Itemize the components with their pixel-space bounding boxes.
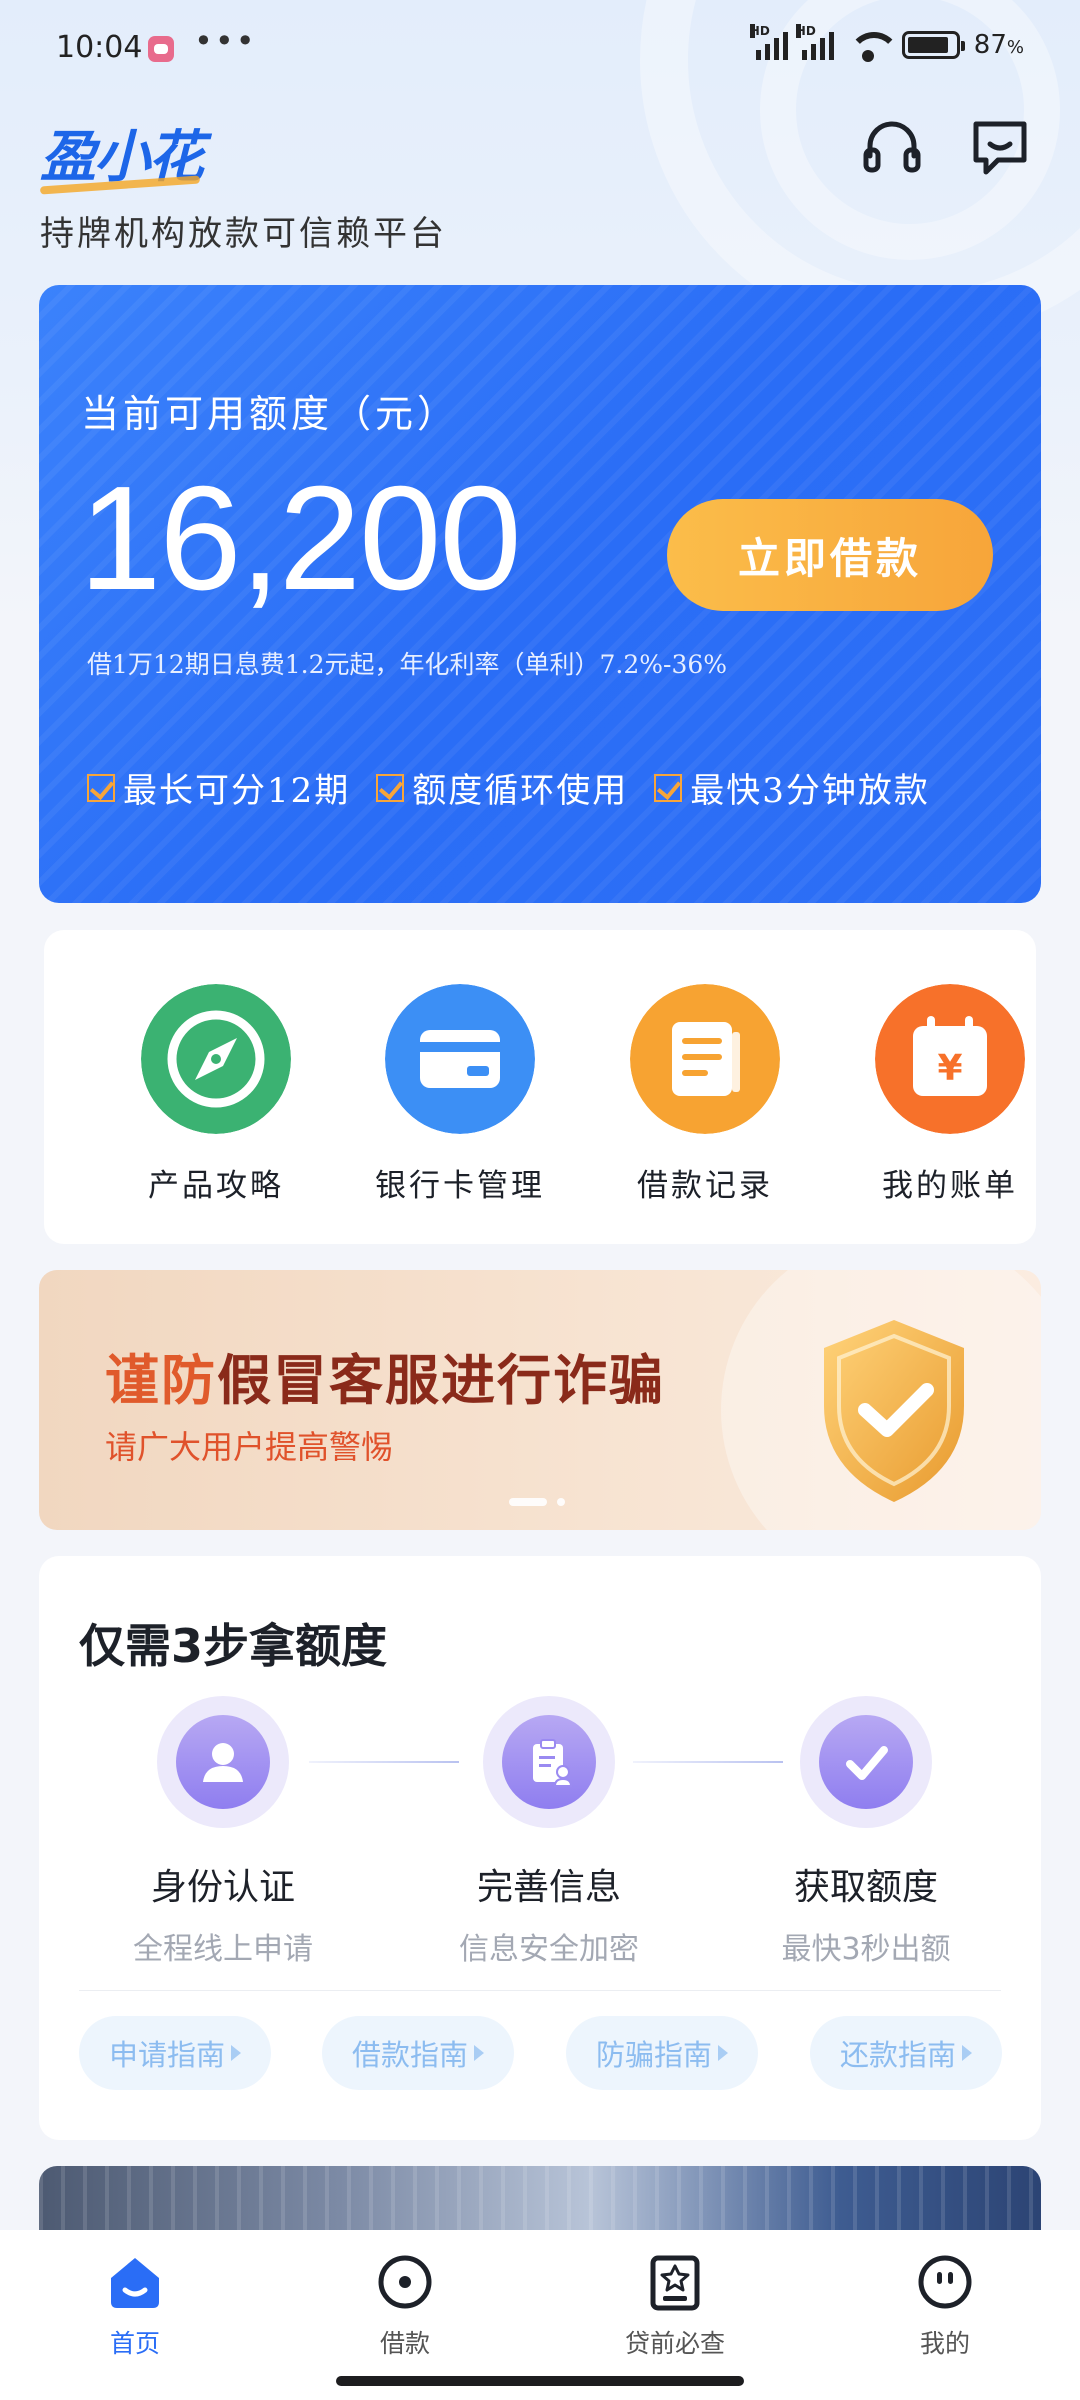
app-logo: 盈小花 (39, 112, 204, 195)
banner-title: 谨防假冒客服进行诈骗 (105, 1349, 665, 1412)
chevron-right-icon (231, 2045, 241, 2061)
document-icon (630, 984, 780, 1134)
feature-item: 最快3分钟放款 (654, 763, 930, 812)
status-right: HD HD 87% (749, 24, 1024, 62)
home-indicator (336, 2376, 744, 2386)
credit-limit-card: 当前可用额度（元） 16,200 立即借款 借1万12期日息费1.2元起，年化利… (39, 285, 1041, 903)
check-report-icon (650, 2255, 700, 2311)
borrow-now-button[interactable]: 立即借款 (667, 499, 993, 611)
carousel-indicator (509, 1498, 565, 1506)
feature-item: 额度循环使用 (376, 763, 628, 812)
bill-icon: ¥ (875, 984, 1025, 1134)
user-icon (203, 1743, 243, 1782)
banner-subtitle: 请广大用户提高警惕 (105, 1428, 394, 1466)
svg-text:¥: ¥ (937, 1048, 962, 1089)
bank-card-icon (385, 984, 535, 1134)
profile-icon (918, 2255, 972, 2309)
quick-menu: 产品攻略 银行卡管理 借款记录 ¥ 我的账单 (44, 930, 1036, 1244)
battery-percent: 87% (973, 30, 1024, 60)
headset-icon[interactable] (860, 116, 924, 180)
menu-product-guide[interactable]: 产品攻略 (116, 984, 316, 1205)
tab-pre-loan-check[interactable]: 贷前必查 (595, 2252, 755, 2360)
status-time: 10:04 (56, 30, 143, 65)
steps-title: 仅需3步拿额度 (79, 1619, 388, 1673)
guide-repayment[interactable]: 还款指南 (810, 2016, 1002, 2090)
signal-icon: HD (749, 24, 788, 60)
checkbox-icon (87, 773, 115, 802)
chevron-right-icon (718, 2045, 728, 2061)
guide-loan[interactable]: 借款指南 (322, 2016, 514, 2090)
guide-apply[interactable]: 申请指南 (79, 2016, 271, 2090)
clipboard-icon (533, 1739, 573, 1787)
chevron-right-icon (474, 2045, 484, 2061)
step-identity: 身份认证 全程线上申请 (93, 1696, 353, 1968)
battery-icon (901, 31, 965, 59)
fraud-warning-banner[interactable]: 谨防假冒客服进行诈骗 请广大用户提高警惕 (39, 1270, 1041, 1530)
check-icon (846, 1746, 888, 1780)
tab-profile[interactable]: 我的 (865, 2252, 1025, 2360)
promo-image[interactable] (39, 2166, 1041, 2230)
step-limit: 获取额度 最快3秒出额 (736, 1696, 996, 1968)
feature-list: 最长可分12期 额度循环使用 最快3分钟放款 (87, 763, 930, 812)
step-info: 完善信息 信息安全加密 (419, 1696, 679, 1968)
steps-card: 仅需3步拿额度 身份认证 全程线上申请 完善信息 信息安全加密 获取额度 最快3… (39, 1556, 1041, 2140)
rate-note: 借1万12期日息费1.2元起，年化利率（单利）7.2%-36% (87, 650, 728, 679)
home-icon (111, 2258, 159, 2308)
shield-icon (824, 1320, 964, 1502)
wifi-icon (847, 30, 900, 62)
bottom-tab-bar: 首页 借款 贷前必查 我的 (0, 2230, 1080, 2400)
feature-item: 最长可分12期 (87, 763, 350, 812)
checkbox-icon (654, 773, 683, 802)
message-icon[interactable] (968, 116, 1032, 180)
credit-label: 当前可用额度（元） (81, 392, 460, 436)
menu-loan-records[interactable]: 借款记录 (605, 984, 805, 1205)
signal-icon: HD (795, 24, 834, 60)
more-notifications-icon: ••• (194, 22, 257, 60)
loan-icon (378, 2255, 432, 2309)
divider (79, 1990, 1001, 1991)
status-bar: 10:04 ••• HD HD 87% (0, 0, 1080, 100)
menu-my-bill[interactable]: ¥ 我的账单 (850, 984, 1050, 1205)
chevron-right-icon (962, 2045, 972, 2061)
tab-home[interactable]: 首页 (55, 2252, 215, 2360)
compass-icon (141, 984, 291, 1134)
credit-amount: 16,200 (79, 456, 522, 621)
tagline: 持牌机构放款可信赖平台 (40, 214, 447, 254)
guide-anti-fraud[interactable]: 防骗指南 (566, 2016, 758, 2090)
menu-bank-card[interactable]: 银行卡管理 (360, 984, 560, 1205)
notification-app-icon (148, 36, 174, 62)
checkbox-icon (376, 773, 405, 802)
tab-loan[interactable]: 借款 (325, 2252, 485, 2360)
